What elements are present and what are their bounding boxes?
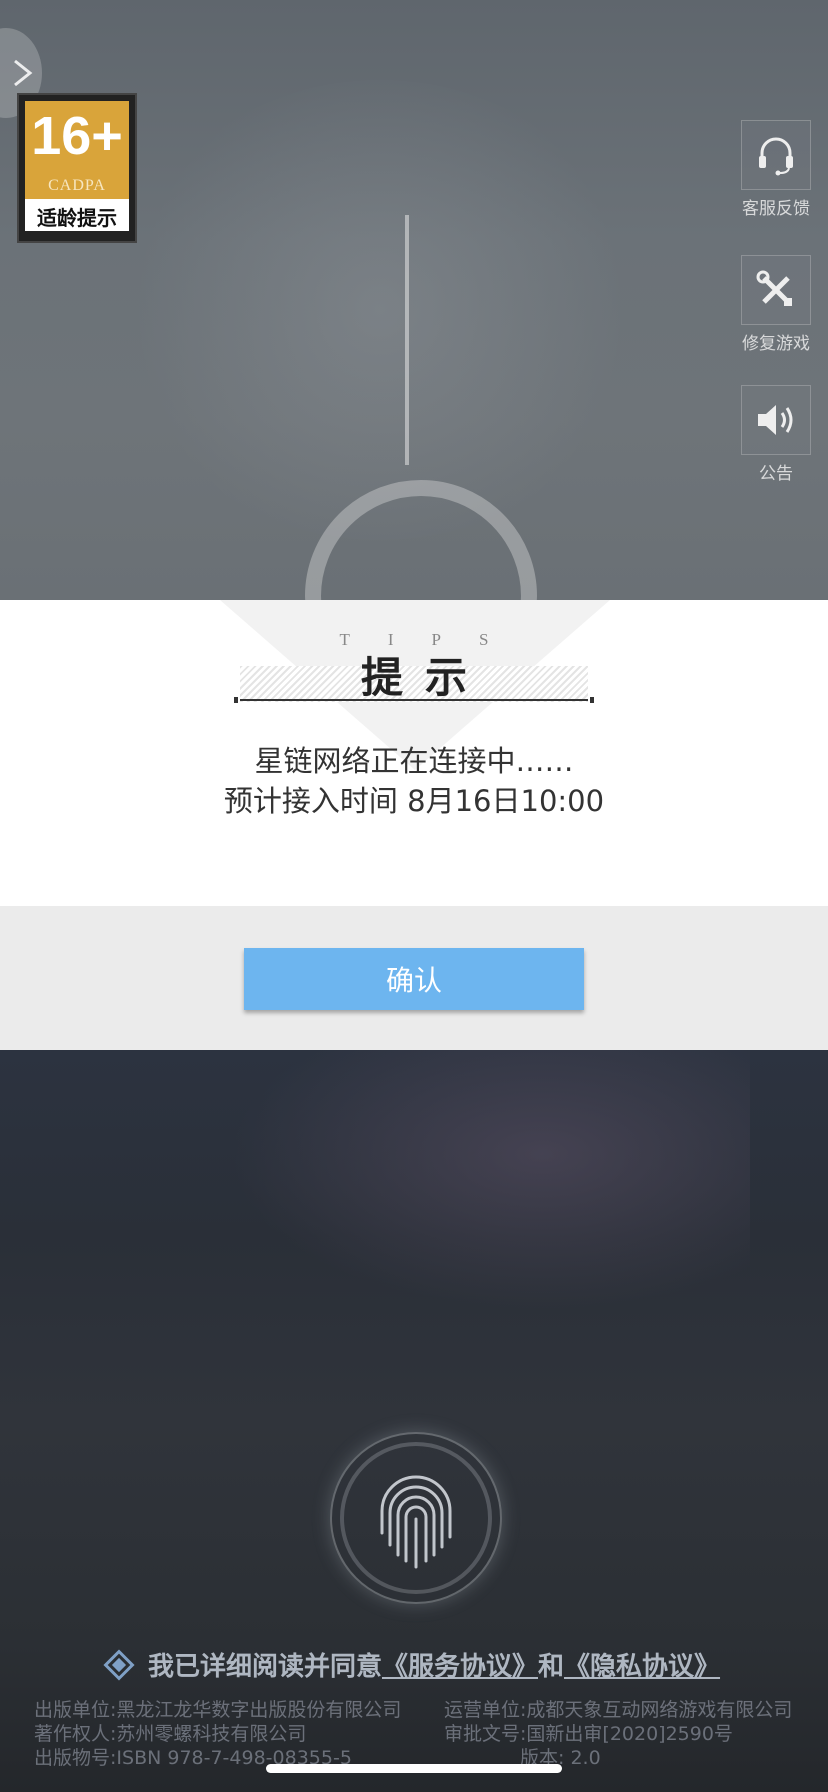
dialog-footer: 确认 xyxy=(0,906,828,1050)
fingerprint-icon xyxy=(380,1475,452,1569)
age-rating-label: 适龄提示 xyxy=(37,206,117,230)
age-rating-org: CADPA xyxy=(48,177,106,194)
home-indicator[interactable] xyxy=(266,1764,562,1773)
publisher-unit: 出版单位:黑龙江龙华数字出版股份有限公司 xyxy=(34,1699,402,1721)
customer-service-label: 客服反馈 xyxy=(742,199,810,219)
approval-number: 审批文号:国新出审[2020]2590号 xyxy=(444,1723,733,1745)
character-art xyxy=(230,1050,750,1310)
repair-game-button[interactable]: 修复游戏 xyxy=(738,255,814,354)
customer-service-button[interactable]: 客服反馈 xyxy=(738,120,814,219)
privacy-agreement-link[interactable]: 《隐私协议》 xyxy=(564,1652,720,1682)
fingerprint-button[interactable] xyxy=(330,1432,502,1604)
agreement-conj: 和 xyxy=(538,1652,565,1682)
speaker-icon xyxy=(758,405,793,435)
agree-checkbox[interactable] xyxy=(103,1648,135,1681)
confirm-button[interactable]: 确认 xyxy=(244,948,584,1010)
announcement-label: 公告 xyxy=(759,464,793,484)
agreement-prefix: 我已详细阅读并同意 xyxy=(147,1652,382,1682)
dialog-message-line1: 星链网络正在连接中…… xyxy=(254,744,574,778)
operator-unit: 运营单位:成都天象互动网络游戏有限公司 xyxy=(444,1699,793,1721)
headset-icon xyxy=(759,137,793,176)
repair-game-label: 修复游戏 xyxy=(742,334,810,354)
service-agreement-link[interactable]: 《服务协议》 xyxy=(382,1652,538,1682)
dialog-title-rule xyxy=(234,697,594,703)
logo-line xyxy=(405,215,409,465)
tips-dialog: TIPS 提示 星链网络正在连接中…… 预计接入时间 8月16日10:00 确认 xyxy=(0,600,828,1050)
dialog-body: TIPS 提示 星链网络正在连接中…… 预计接入时间 8月16日10:00 xyxy=(0,600,828,906)
background-haze xyxy=(120,80,640,540)
age-rating-number: 16+ xyxy=(31,106,123,166)
tools-icon xyxy=(756,270,792,306)
copyright-owner: 著作权人:苏州零螺科技有限公司 xyxy=(34,1723,307,1745)
announcement-button[interactable]: 公告 xyxy=(738,385,814,484)
dialog-message-line2: 预计接入时间 8月16日10:00 xyxy=(223,784,605,818)
chevron-right-icon xyxy=(14,59,33,87)
age-rating-badge: 16+ CADPA 适龄提示 xyxy=(17,93,137,243)
dialog-title: 提示 xyxy=(360,653,489,702)
agreement-row: 我已详细阅读并同意《服务协议》和《隐私协议》 xyxy=(0,1646,828,1683)
